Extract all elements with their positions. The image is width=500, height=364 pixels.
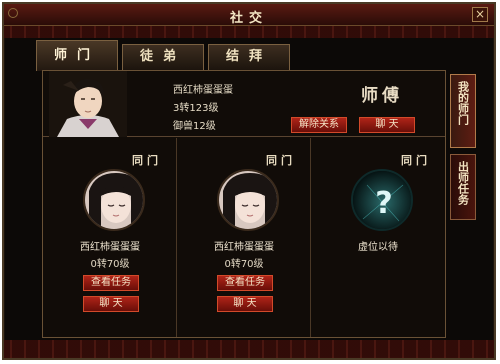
member-name: 西红柿蛋蛋蛋	[214, 242, 274, 253]
window-title: 社交	[229, 11, 268, 26]
member-name: 西红柿蛋蛋蛋	[80, 242, 140, 253]
member-card: 同门 西红柿蛋蛋蛋 0转70级 查看任务 聊 天	[177, 138, 311, 337]
member-card: 同门 西红柿蛋蛋蛋 0转70级 查看任务 聊 天	[43, 138, 177, 337]
tab-jiebai[interactable]: 结拜	[208, 44, 290, 70]
master-pet-level: 御兽12级	[173, 121, 216, 132]
social-window: 社交 × 师门 徒弟 结拜 西红柿蛋蛋蛋 3转123级 御兽12级 师傅 解除关…	[2, 2, 496, 360]
tab-shimen[interactable]: 师门	[36, 40, 118, 71]
member-level: 0转70级	[90, 259, 130, 270]
empty-slot-label: 虚位以待	[358, 242, 398, 253]
view-task-button[interactable]: 查看任务	[217, 275, 273, 291]
view-task-button[interactable]: 查看任务	[83, 275, 139, 291]
close-button[interactable]: ×	[472, 7, 488, 22]
tab-tudi[interactable]: 徒弟	[122, 44, 204, 70]
member-chat-button[interactable]: 聊 天	[83, 296, 139, 312]
svg-text:?: ?	[375, 186, 392, 221]
top-border-pattern	[4, 26, 494, 38]
member-title: 同门	[132, 154, 162, 167]
side-tab-graduation-task[interactable]: 出师任务	[450, 154, 476, 220]
member-level: 0转70级	[224, 259, 264, 270]
master-rebirth-level: 3转123级	[173, 103, 219, 114]
title-bar: 社交 ×	[4, 4, 494, 26]
member-title: 同门	[401, 154, 431, 167]
member-chat-button[interactable]: 聊 天	[217, 296, 273, 312]
master-name: 西红柿蛋蛋蛋	[173, 85, 233, 96]
master-chat-button[interactable]: 聊 天	[359, 117, 415, 133]
question-mark-icon: ?	[351, 169, 413, 231]
master-portrait	[49, 71, 127, 137]
master-role-label: 师傅	[361, 86, 403, 106]
dissolve-relation-button[interactable]: 解除关系	[291, 117, 347, 133]
empty-member-slot: 同门 ? 虚位以待	[311, 138, 445, 337]
member-avatar	[83, 169, 145, 231]
member-avatar	[217, 169, 279, 231]
master-section: 西红柿蛋蛋蛋 3转123级 御兽12级 师傅 解除关系 聊 天	[43, 71, 445, 137]
side-tab-label: 我的师门	[456, 81, 470, 125]
side-tab-my-shimen[interactable]: 我的师门	[450, 74, 476, 148]
bottom-border-pattern	[4, 340, 494, 358]
side-tab-label: 出师任务	[456, 161, 470, 205]
member-title: 同门	[266, 154, 296, 167]
main-panel: 西红柿蛋蛋蛋 3转123级 御兽12级 师傅 解除关系 聊 天 同门 西红柿蛋蛋…	[42, 70, 446, 338]
